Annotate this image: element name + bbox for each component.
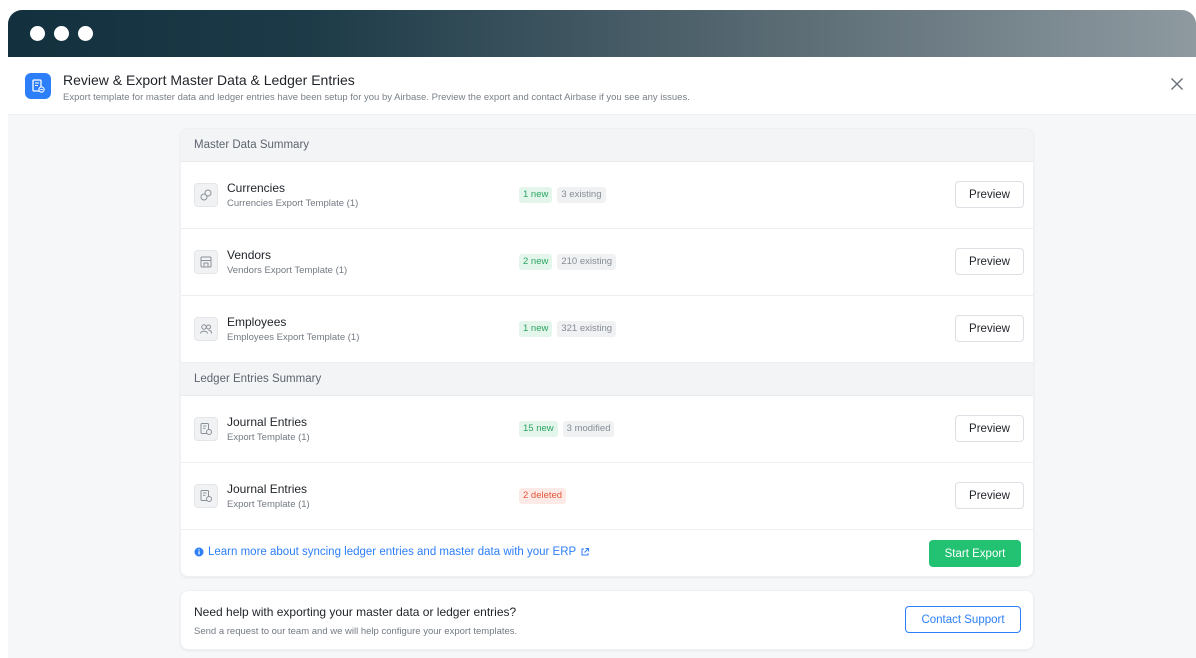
preview-button[interactable]: Preview xyxy=(955,181,1024,208)
page-title: Review & Export Master Data & Ledger Ent… xyxy=(63,72,355,88)
new-count-badge: 1 new xyxy=(519,187,553,203)
contact-support-button[interactable]: Contact Support xyxy=(905,606,1021,633)
row-title: Journal Entries xyxy=(227,415,308,429)
new-count-badge: 2 new xyxy=(519,254,553,270)
new-count-badge: 15 new xyxy=(519,421,558,437)
existing-count-badge: 321 existing xyxy=(557,321,617,337)
list-item: Vendors Vendors Export Template (1) 2 ne… xyxy=(181,229,1033,296)
row-subtitle: Export Template (1) xyxy=(227,432,310,443)
existing-count-badge: 210 existing xyxy=(557,254,617,270)
row-subtitle: Vendors Export Template (1) xyxy=(227,265,348,276)
journal-document-icon xyxy=(194,417,218,441)
row-title: Currencies xyxy=(227,181,286,195)
card-footer: Learn more about syncing ledger entries … xyxy=(181,530,1033,576)
list-item: Journal Entries Export Template (1) 2 de… xyxy=(181,463,1033,530)
window-dot-maximize[interactable] xyxy=(78,26,93,41)
modified-count-badge: 3 modified xyxy=(562,421,615,437)
row-title: Vendors xyxy=(227,248,272,262)
storefront-icon xyxy=(194,250,218,274)
section-heading-ledger: Ledger Entries Summary xyxy=(181,363,1033,396)
users-icon xyxy=(194,317,218,341)
preview-button[interactable]: Preview xyxy=(955,415,1024,442)
page-subtitle: Export template for master data and ledg… xyxy=(63,92,690,103)
preview-button[interactable]: Preview xyxy=(955,315,1024,342)
currency-coins-icon xyxy=(194,183,218,207)
modal-header: Review & Export Master Data & Ledger Ent… xyxy=(8,57,1196,115)
help-card: Need help with exporting your master dat… xyxy=(180,590,1034,650)
external-link-icon xyxy=(581,548,590,556)
list-item: Currencies Currencies Export Template (1… xyxy=(181,162,1033,229)
help-title: Need help with exporting your master dat… xyxy=(194,605,517,619)
export-summary-card: Master Data Summary Currencies Currencie… xyxy=(180,128,1034,577)
journal-document-icon xyxy=(194,484,218,508)
window-titlebar xyxy=(8,10,1196,57)
list-item: Employees Employees Export Template (1) … xyxy=(181,296,1033,363)
row-subtitle: Export Template (1) xyxy=(227,499,310,510)
preview-button[interactable]: Preview xyxy=(955,248,1024,275)
learn-more-text: Learn more about syncing ledger entries … xyxy=(208,546,577,558)
start-export-button[interactable]: Start Export xyxy=(929,540,1021,567)
section-heading-master: Master Data Summary xyxy=(181,129,1033,162)
row-title: Journal Entries xyxy=(227,482,308,496)
help-subtitle: Send a request to our team and we will h… xyxy=(194,626,518,637)
new-count-badge: 1 new xyxy=(519,321,553,337)
app-window: Review & Export Master Data & Ledger Ent… xyxy=(8,10,1196,658)
document-export-icon xyxy=(25,73,51,99)
preview-button[interactable]: Preview xyxy=(955,482,1024,509)
list-item: Journal Entries Export Template (1) 15 n… xyxy=(181,396,1033,463)
existing-count-badge: 3 existing xyxy=(557,187,606,203)
window-dot-close[interactable] xyxy=(30,26,45,41)
row-subtitle: Employees Export Template (1) xyxy=(227,332,360,343)
close-button[interactable] xyxy=(1168,75,1186,93)
row-subtitle: Currencies Export Template (1) xyxy=(227,198,359,209)
close-icon xyxy=(1171,78,1183,90)
row-title: Employees xyxy=(227,315,287,329)
window-dot-minimize[interactable] xyxy=(54,26,69,41)
deleted-count-badge: 2 deleted xyxy=(519,488,567,504)
learn-more-link[interactable]: Learn more about syncing ledger entries … xyxy=(194,546,590,558)
info-icon xyxy=(194,547,204,557)
